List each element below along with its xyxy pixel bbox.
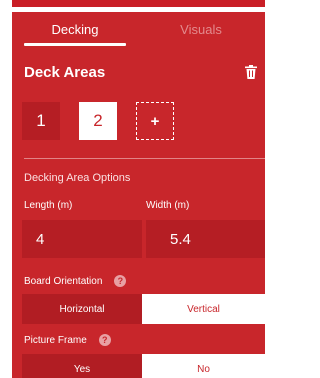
tab-bar: Decking Visuals [12,12,265,46]
add-deck-area-button[interactable]: + [136,102,174,140]
board-orientation-text: Board Orientation [24,275,103,287]
width-label: Width (m) [146,200,190,211]
deck-area-2-button[interactable]: 2 [79,102,117,140]
length-input[interactable]: 4 [22,220,142,258]
tab-decking[interactable]: Decking [12,12,138,46]
section-divider [24,158,265,159]
picture-frame-label: Picture Frame ? [24,334,111,346]
picture-frame-text: Picture Frame [24,334,87,346]
yes-option[interactable]: Yes [22,354,142,378]
decking-area-options-title: Decking Area Options [24,172,131,184]
deck-areas-title: Deck Areas [24,64,106,81]
decking-panel: Decking Visuals Deck Areas 1 2 + Decking… [12,12,265,378]
width-input[interactable]: 5.4 [146,220,265,258]
vertical-option[interactable]: Vertical [142,294,265,324]
length-label: Length (m) [24,200,73,211]
board-orientation-label: Board Orientation ? [24,275,127,287]
active-tab-indicator [24,43,126,46]
deck-area-1-button[interactable]: 1 [22,102,60,140]
tab-visuals[interactable]: Visuals [138,12,264,46]
no-option[interactable]: No [142,354,265,378]
help-icon[interactable]: ? [114,275,127,287]
horizontal-option[interactable]: Horizontal [22,294,142,324]
trash-icon[interactable] [245,65,257,79]
header-strip [12,0,265,7]
help-icon[interactable]: ? [98,334,111,346]
